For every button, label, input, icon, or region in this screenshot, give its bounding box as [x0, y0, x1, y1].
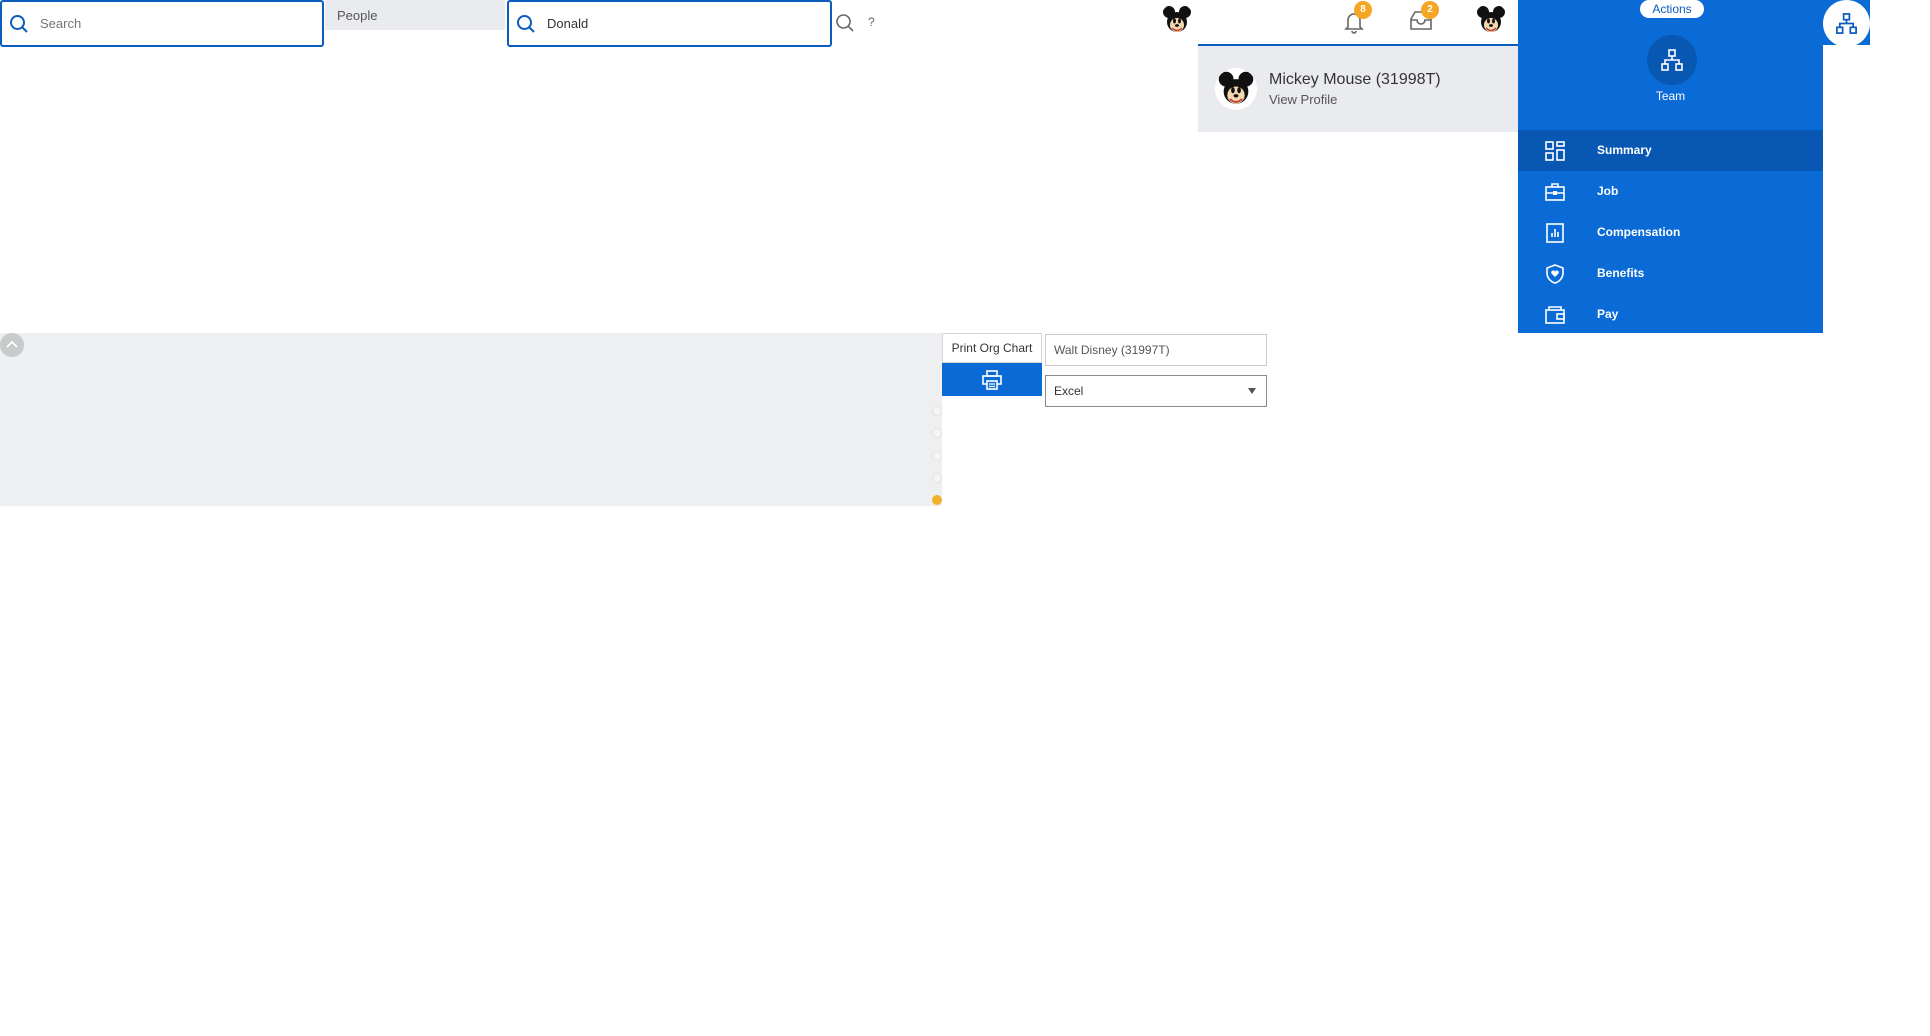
summary-icon	[1545, 141, 1565, 161]
org-level-dot-active[interactable]	[932, 495, 942, 505]
nav-item-label: Pay	[1597, 307, 1619, 321]
nav-item-label: Summary	[1597, 143, 1652, 157]
job-icon	[1545, 183, 1565, 201]
dropdown-caret-icon	[1248, 388, 1256, 394]
org-chart-toggle[interactable]	[1823, 0, 1870, 47]
collapse-button[interactable]	[0, 333, 24, 357]
notifications-badge: 8	[1354, 1, 1372, 19]
team-button[interactable]	[1647, 35, 1697, 85]
avatar[interactable]	[1160, 3, 1194, 37]
org-level-dot[interactable]	[932, 451, 942, 461]
format-select-value: Excel	[1054, 384, 1084, 398]
nav-item-label: Compensation	[1597, 225, 1681, 239]
org-level-dot[interactable]	[932, 428, 942, 438]
global-search-box[interactable]	[0, 0, 324, 47]
search-icon	[10, 15, 28, 33]
profile-popup-avatar[interactable]	[1215, 68, 1257, 110]
people-search-input[interactable]	[547, 11, 787, 35]
nav-item-pay[interactable]: Pay	[1518, 294, 1823, 335]
benefits-icon	[1546, 264, 1564, 284]
search-category-label: People	[337, 8, 378, 23]
nav-item-benefits[interactable]: Benefits	[1518, 253, 1823, 294]
org-level-dot[interactable]	[932, 473, 942, 483]
org-chart-icon	[1836, 13, 1857, 34]
nav-item-job[interactable]: Job	[1518, 171, 1823, 212]
format-select[interactable]: Excel	[1045, 375, 1267, 407]
nav-item-compensation[interactable]: Compensation	[1518, 212, 1823, 253]
print-org-chart-label: Print Org Chart	[942, 333, 1042, 363]
help-mark[interactable]: ?	[868, 15, 875, 29]
actions-button[interactable]: Actions	[1640, 0, 1704, 18]
nav-item-label: Benefits	[1597, 266, 1645, 280]
chevron-up-icon	[6, 340, 18, 348]
people-search-box[interactable]	[507, 0, 832, 47]
profile-name: Mickey Mouse (31998T)	[1269, 71, 1441, 88]
top-of-chart-field[interactable]: Walt Disney (31997T)	[1045, 334, 1267, 366]
org-chart-canvas	[0, 333, 942, 506]
org-level-dot[interactable]	[932, 406, 942, 416]
profile-popup: Mickey Mouse (31998T) View Profile	[1198, 44, 1518, 132]
global-search-input[interactable]	[40, 11, 280, 35]
compensation-icon	[1546, 223, 1564, 243]
pay-icon	[1545, 306, 1565, 324]
org-chart-icon	[1661, 49, 1683, 71]
search-icon	[517, 15, 535, 33]
mickey-avatar-icon	[1163, 6, 1191, 32]
mickey-avatar-icon	[1218, 71, 1254, 104]
top-of-chart-value: Walt Disney (31997T)	[1054, 343, 1170, 357]
team-label: Team	[1655, 89, 1686, 103]
print-org-chart-button[interactable]	[942, 363, 1042, 396]
inbox-badge: 2	[1421, 1, 1439, 19]
org-chart-button[interactable]	[1823, 0, 1870, 47]
search-category-people[interactable]: People	[325, 0, 505, 30]
mickey-avatar-icon	[1477, 6, 1505, 32]
printer-icon	[982, 370, 1002, 390]
profile-avatar[interactable]	[1474, 3, 1508, 37]
nav-item-label: Job	[1597, 184, 1619, 198]
nav-item-summary[interactable]: Summary	[1518, 130, 1823, 171]
search-submit-icon[interactable]	[835, 13, 855, 33]
worker-side-panel: Actions Team Summary Job Compensation Be…	[1518, 0, 1823, 333]
view-profile-link[interactable]: View Profile	[1269, 92, 1337, 107]
